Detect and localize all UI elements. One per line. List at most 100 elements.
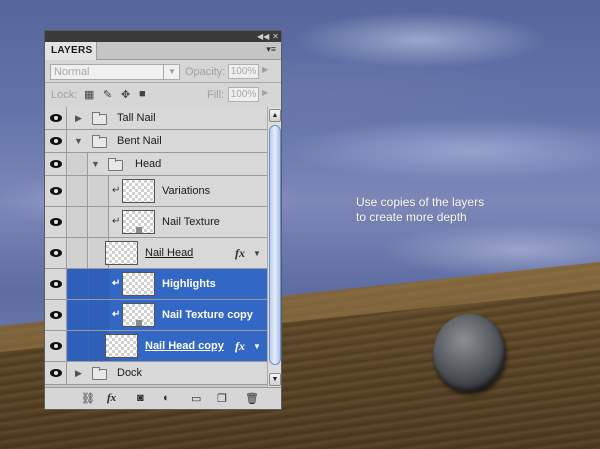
indent-strip [89,300,109,330]
eye-icon [49,160,62,168]
indent-strip [89,269,109,299]
visibility-toggle[interactable] [45,130,67,152]
clipping-arrow-icon: ↵ [112,185,121,196]
visibility-toggle[interactable] [45,238,67,268]
add-layer-style-icon[interactable]: fx [107,392,116,404]
new-group-icon[interactable]: ▭ [191,392,201,405]
tab-layers[interactable]: LAYERS [45,42,97,60]
indent-strip [68,300,88,330]
layer-row-nail-head[interactable]: Nail Head fx ▼ [45,238,267,269]
annotation-line-2: to create more depth [356,210,467,224]
scroll-thumb[interactable] [269,125,281,365]
layer-row-tall-nail[interactable]: ▶ Tall Nail [45,107,267,130]
layer-thumbnail [122,179,155,203]
indent-strip [89,176,109,206]
visibility-toggle[interactable] [45,153,67,175]
layer-thumbnail [105,241,138,265]
layer-row-variations[interactable]: ↵ Variations [45,176,267,207]
eye-icon [49,187,62,195]
annotation-text: Use copies of the layers to create more … [356,195,556,225]
chevron-down-icon[interactable]: ▼ [163,64,180,80]
layer-name: Tall Nail [117,112,156,124]
layer-row-head[interactable]: ▼ Head [45,153,267,176]
chevron-down-icon[interactable]: ▼ [253,249,261,258]
scroll-up-icon[interactable]: ▲ [269,109,281,122]
chevron-right-icon[interactable]: ▶ [262,65,268,74]
clipping-arrow-icon: ↵ [112,216,121,227]
panel-tab-row: LAYERS ▾≡ [45,42,281,60]
indent-strip [68,176,88,206]
indent-strip [68,207,88,237]
layer-thumbnail [105,334,138,358]
layer-name: Head [135,158,162,170]
eye-icon [49,218,62,226]
fill-input[interactable]: 100% [228,87,259,102]
clipping-arrow-icon: ↵ [112,278,121,289]
delete-layer-icon[interactable]: 🗑 [245,392,259,405]
eye-icon [49,311,62,319]
opacity-label: Opacity: [185,66,226,78]
adjustment-layer-icon[interactable]: ◐ [163,392,170,404]
panel-footer-toolbar: ⛓ fx ◙ ◐ ▭ ❐ 🗑 [45,387,281,409]
indent-strip [68,238,88,268]
chevron-down-icon[interactable]: ▼ [253,342,261,351]
layers-list: ▶ Tall Nail ▼ Bent Nail ▼ Head ↵ Variati… [45,107,267,388]
opacity-input[interactable]: 100% [228,64,259,79]
layer-row-nail-texture-copy[interactable]: ↵ Nail Texture copy [45,300,267,331]
layers-panel: ◀◀ ✕ LAYERS ▾≡ Normal ▼ Opacity: 100% ▶ … [44,30,282,410]
layers-scrollbar[interactable]: ▲ ▼ [267,107,281,388]
layer-name: Variations [162,185,211,197]
visibility-toggle[interactable] [45,362,67,384]
fx-effects-icon[interactable]: fx [235,339,245,354]
collapse-triangle-icon[interactable]: ▼ [74,136,83,146]
lock-image-brush-icon[interactable]: ✎ [103,88,112,101]
visibility-toggle[interactable] [45,331,67,361]
visibility-toggle[interactable] [45,269,67,299]
panel-menu-icon[interactable]: ▾≡ [266,44,276,55]
eye-icon [49,280,62,288]
expand-triangle-icon[interactable]: ▶ [75,113,82,124]
lock-label: Lock: [51,89,78,101]
eye-icon [49,342,62,350]
blend-mode-select[interactable]: Normal [50,64,180,80]
visibility-toggle[interactable] [45,176,67,206]
layer-row-bent-nail[interactable]: ▼ Bent Nail [45,130,267,153]
panel-titlebar[interactable]: ◀◀ ✕ [45,31,281,42]
indent-strip [89,207,109,237]
folder-icon [108,158,123,171]
link-layers-icon[interactable]: ⛓ [81,392,95,405]
visibility-toggle[interactable] [45,107,67,129]
close-icon[interactable]: ✕ [270,31,281,42]
folder-icon [92,112,107,125]
layer-name: Highlights [162,278,216,290]
layer-name: Nail Head [145,247,194,259]
layer-row-highlights[interactable]: ↵ Highlights [45,269,267,300]
indent-strip [68,269,88,299]
visibility-toggle[interactable] [45,207,67,237]
folder-icon [92,367,107,380]
layer-row-nail-head-copy[interactable]: Nail Head copy fx ▼ [45,331,267,362]
eye-icon [49,114,62,122]
indent-strip [68,331,88,361]
collapse-triangle-icon[interactable]: ▼ [91,159,100,169]
visibility-toggle[interactable] [45,300,67,330]
layer-name: Nail Head copy [145,340,224,352]
eye-icon [49,249,62,257]
eye-icon [49,137,62,145]
double-chevron-icon[interactable]: ◀◀ [257,31,269,42]
lock-position-move-icon[interactable]: ✥ [121,88,130,101]
folder-icon [92,135,107,148]
lock-all-padlock-icon[interactable]: ■ [139,88,146,100]
indent-strip [68,153,88,175]
new-layer-icon[interactable]: ❐ [217,392,227,405]
expand-triangle-icon[interactable]: ▶ [75,368,82,379]
layer-name: Dock [117,367,143,379]
add-mask-icon[interactable]: ◙ [137,392,144,404]
chevron-right-icon[interactable]: ▶ [262,88,268,97]
fx-effects-icon[interactable]: fx [235,246,245,261]
lock-transparency-icon[interactable]: ▦ [84,88,94,101]
scroll-down-icon[interactable]: ▼ [269,373,281,386]
layer-row-nail-texture[interactable]: ↵ Nail Texture [45,207,267,238]
layer-thumbnail [122,303,155,327]
layer-row-dock[interactable]: ▶ Dock [45,362,267,385]
